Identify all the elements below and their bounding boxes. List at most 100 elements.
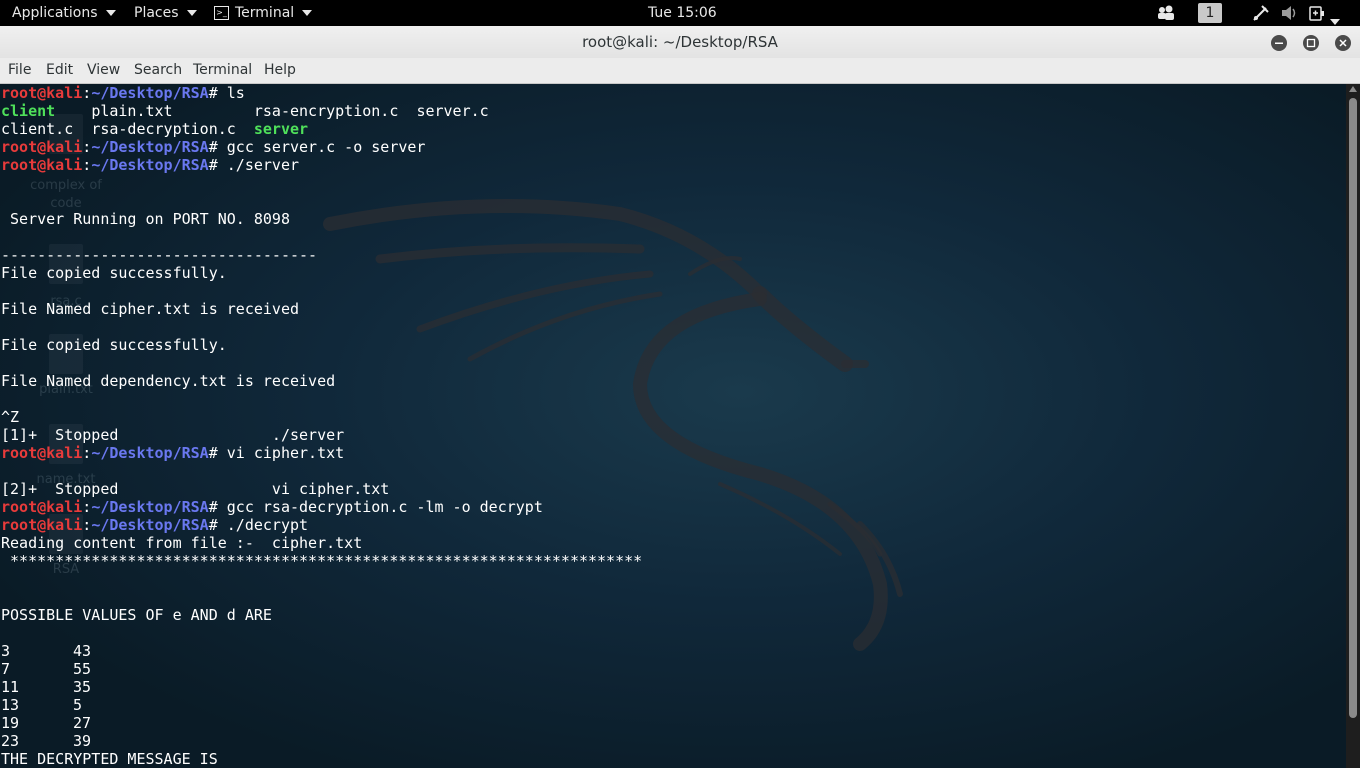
command-text: # ./server <box>208 156 300 174</box>
workspace-indicator[interactable]: 1 <box>1198 3 1222 23</box>
terminal-line: Server Running on PORT NO. 8098 <box>1 210 290 228</box>
terminal-line: root@kali:~/Desktop/RSA# ./decrypt <box>1 516 309 534</box>
chevron-down-icon <box>302 10 313 16</box>
menu-help[interactable]: Help <box>264 58 296 83</box>
ls-entry: server <box>253 120 309 138</box>
ls-entry: rsa-encryption.c <box>253 102 399 120</box>
volume-icon[interactable] <box>1280 0 1298 26</box>
terminal-line: File Named dependency.txt is received <box>1 372 336 390</box>
window-title: root@kali: ~/Desktop/RSA <box>582 33 778 51</box>
terminal-line: root@kali:~/Desktop/RSA# gcc rsa-decrypt… <box>1 498 543 516</box>
menu-view[interactable]: View <box>87 58 120 83</box>
terminal-line: File copied successfully. <box>1 264 227 282</box>
chevron-down-icon <box>105 10 116 16</box>
pair-row: 3 43 <box>1 642 642 660</box>
maximize-icon <box>1306 38 1316 48</box>
terminal-line: root@kali:~/Desktop/RSA# ls <box>1 84 245 102</box>
pair-row: 23 39 <box>1 732 642 750</box>
prompt-user: root@kali <box>1 516 83 534</box>
places-menu[interactable]: Places <box>134 0 197 26</box>
scroll-thumb[interactable] <box>1349 98 1357 718</box>
prompt-path: ~/Desktop/RSA <box>91 516 209 534</box>
battery-icon <box>1309 6 1324 21</box>
network-icon[interactable] <box>1252 0 1270 26</box>
close-icon <box>1339 39 1347 47</box>
prompt-path: ~/Desktop/RSA <box>91 156 209 174</box>
terminal-line: ----------------------------------- <box>1 246 318 264</box>
e-value: 23 <box>1 732 20 750</box>
menu-edit[interactable]: Edit <box>46 58 73 83</box>
chevron-down-icon <box>186 10 197 16</box>
terminal-line: POSSIBLE VALUES OF e AND d ARE <box>1 606 272 624</box>
terminal-app-menu[interactable]: >_ Terminal <box>214 0 313 26</box>
terminal-line: ****************************************… <box>1 552 643 570</box>
terminal-line: File copied successfully. <box>1 336 227 354</box>
d-value: 5 <box>73 696 83 714</box>
e-value: 7 <box>1 660 11 678</box>
terminal-line: File Named cipher.txt is received <box>1 300 300 318</box>
d-value: 35 <box>73 678 92 696</box>
terminal-output: root@kali:~/Desktop/RSA# ls client plain… <box>1 84 642 768</box>
clock[interactable]: Tue 15:06 <box>648 0 717 26</box>
scroll-up-icon[interactable] <box>1349 86 1357 92</box>
terminal-line: client.c rsa-decryption.c server <box>1 120 642 138</box>
terminal-line: [1]+ Stopped ./server <box>1 426 345 444</box>
command-text: # gcc server.c -o server <box>208 138 426 156</box>
command-text: # gcc rsa-decryption.c -lm -o decrypt <box>208 498 543 516</box>
prompt-user: root@kali <box>1 444 83 462</box>
ls-entry: server.c <box>416 102 489 120</box>
menu-search[interactable]: Search <box>134 58 182 83</box>
terminal-line: root@kali:~/Desktop/RSA# gcc server.c -o… <box>1 138 426 156</box>
pair-row: 7 55 <box>1 660 642 678</box>
command-text: # ./decrypt <box>208 516 309 534</box>
prompt-user: root@kali <box>1 498 83 516</box>
menu-file[interactable]: File <box>8 58 31 83</box>
terminal-line: THE DECRYPTED MESSAGE IS <box>1 750 218 768</box>
d-value: 27 <box>73 714 92 732</box>
prompt-user: root@kali <box>1 156 83 174</box>
chevron-down-icon <box>1330 19 1340 25</box>
places-label: Places <box>134 5 179 21</box>
menubar: File Edit View Search Terminal Help <box>0 58 1360 84</box>
terminal-line: ^Z <box>1 408 20 426</box>
pair-row: 11 35 <box>1 678 642 696</box>
close-button[interactable] <box>1335 35 1351 51</box>
terminal-line: Reading content from file :- cipher.txt <box>1 534 363 552</box>
d-value: 39 <box>73 732 92 750</box>
terminal-view[interactable]: complex of code rsa.c plain.txt name.txt… <box>0 84 1346 768</box>
applications-menu[interactable]: Applications <box>12 0 116 26</box>
applications-label: Applications <box>12 5 98 21</box>
e-value: 11 <box>1 678 20 696</box>
prompt-path: ~/Desktop/RSA <box>91 498 209 516</box>
terminal-line: root@kali:~/Desktop/RSA# vi cipher.txt <box>1 444 345 462</box>
terminal-app-icon: >_ <box>214 6 229 20</box>
terminal-line: root@kali:~/Desktop/RSA# ./server <box>1 156 300 174</box>
menu-terminal[interactable]: Terminal <box>193 58 252 83</box>
ls-entry: client <box>1 102 56 120</box>
maximize-button[interactable] <box>1303 35 1319 51</box>
ls-entry: client.c <box>1 120 74 138</box>
minimize-button[interactable] <box>1271 35 1287 51</box>
prompt-path: ~/Desktop/RSA <box>91 138 209 156</box>
ls-entry: plain.txt <box>91 102 173 120</box>
terminal-scrollbar[interactable] <box>1346 84 1360 768</box>
minimize-icon <box>1275 42 1283 44</box>
command-text: # vi cipher.txt <box>208 444 345 462</box>
ls-entry: rsa-decryption.c <box>91 120 236 138</box>
d-value: 43 <box>73 642 92 660</box>
terminal-line: [2]+ Stopped vi cipher.txt <box>1 480 390 498</box>
power-menu[interactable] <box>1308 0 1340 26</box>
people-icon[interactable] <box>1156 0 1176 26</box>
prompt-path: ~/Desktop/RSA <box>91 444 209 462</box>
window-titlebar[interactable]: root@kali: ~/Desktop/RSA <box>0 26 1360 58</box>
terminal-app-label: Terminal <box>235 5 295 21</box>
